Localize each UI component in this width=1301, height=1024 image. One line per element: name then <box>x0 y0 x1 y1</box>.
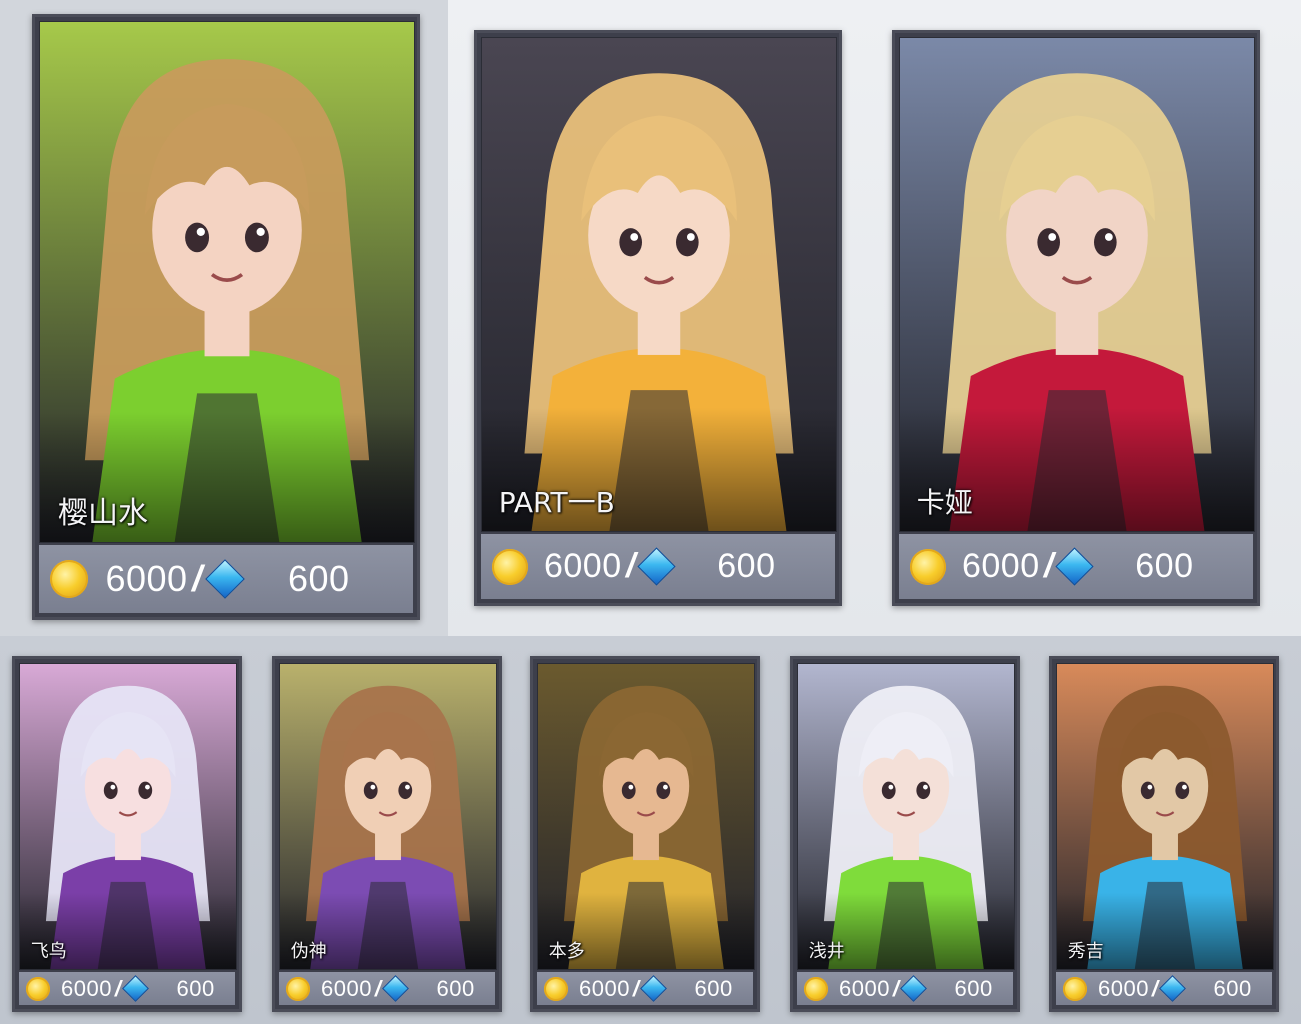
hero-artwork <box>280 664 496 969</box>
hero-artwork <box>40 22 414 542</box>
hero-name: 樱山水 <box>58 496 148 531</box>
hero-portrait: 本多 <box>537 663 755 970</box>
hero-name: 浅井 <box>808 940 845 962</box>
hero-artwork <box>20 664 236 969</box>
price-bar: 6000/ 600 <box>39 545 413 613</box>
gold-coin-icon <box>544 976 569 1001</box>
gem-price: 600 <box>176 975 215 1001</box>
hero-portrait: 飞鸟 <box>19 663 237 970</box>
hero-card[interactable]: 本多 6000/ 600 <box>530 656 760 1012</box>
eye-left <box>363 781 378 800</box>
price-bar: 6000/ 600 <box>1056 972 1272 1005</box>
hero-name: 飞鸟 <box>30 940 67 962</box>
eye-right <box>1093 228 1117 257</box>
gold-price: 6000 <box>60 975 112 1001</box>
eye-right <box>916 781 931 800</box>
gem-price: 600 <box>717 547 776 585</box>
hero-name: 卡娅 <box>916 485 973 519</box>
price-bar: 6000/ 600 <box>19 972 235 1005</box>
price-separator: / <box>632 975 639 1001</box>
price-separator: / <box>1151 975 1158 1001</box>
gold-coin-icon <box>26 976 51 1001</box>
gold-price: 6000 <box>961 547 1040 585</box>
gold-coin-icon <box>1063 976 1088 1001</box>
price-separator: / <box>892 975 899 1001</box>
blue-diamond-icon <box>900 975 928 1002</box>
hero-card[interactable]: 秀吉 6000/ 600 <box>1049 656 1279 1012</box>
hero-portrait: 浅井 <box>797 663 1015 970</box>
price-bar: 6000/ 600 <box>537 972 753 1005</box>
eye-left <box>621 781 636 800</box>
hero-portrait: 樱山水 <box>39 21 415 543</box>
eye-left <box>881 781 896 800</box>
gold-coin-icon <box>491 548 528 585</box>
gold-price: 6000 <box>578 975 630 1001</box>
gem-price: 600 <box>1213 975 1252 1001</box>
gold-coin-icon <box>909 548 946 585</box>
eye-right <box>1175 781 1190 800</box>
hero-card[interactable]: 浅井 6000/ 600 <box>790 656 1020 1012</box>
eye-right <box>138 781 153 800</box>
gem-price: 600 <box>954 975 993 1001</box>
hero-name: PART一B <box>498 485 615 519</box>
blue-diamond-icon <box>640 975 668 1002</box>
gem-price: 600 <box>436 975 475 1001</box>
gold-coin-icon <box>50 560 89 598</box>
hero-card[interactable]: 樱山水 6000/ 600 <box>32 14 420 620</box>
blue-diamond-icon <box>1159 975 1187 1002</box>
hero-card[interactable]: 飞鸟 6000/ 600 <box>12 656 242 1012</box>
eye-left <box>1037 228 1061 257</box>
eye-right <box>675 228 699 257</box>
eye-left <box>103 781 118 800</box>
gold-price: 6000 <box>1097 975 1149 1001</box>
hero-artwork <box>482 38 836 531</box>
blue-diamond-icon <box>1055 547 1095 586</box>
eye-left <box>619 228 643 257</box>
hero-portrait: PART一B <box>481 37 837 532</box>
eye-right <box>398 781 413 800</box>
hero-artwork <box>798 664 1014 969</box>
gold-coin-icon <box>286 976 311 1001</box>
hero-card[interactable]: 卡娅 6000/ 600 <box>892 30 1260 606</box>
hero-portrait: 秀吉 <box>1056 663 1274 970</box>
price-separator: / <box>1043 547 1054 585</box>
hero-name: 秀吉 <box>1067 940 1104 962</box>
hero-artwork <box>1057 664 1273 969</box>
hero-portrait: 卡娅 <box>899 37 1255 532</box>
price-separator: / <box>625 547 636 585</box>
blue-diamond-icon <box>204 559 245 599</box>
hero-name: 伪神 <box>290 940 327 962</box>
price-bar: 6000/ 600 <box>481 534 835 599</box>
eye-left <box>185 222 210 253</box>
gem-price: 600 <box>694 975 733 1001</box>
blue-diamond-icon <box>637 547 677 586</box>
price-bar: 6000/ 600 <box>797 972 1013 1005</box>
price-bar: 6000/ 600 <box>899 534 1253 599</box>
blue-diamond-icon <box>382 975 410 1002</box>
hero-artwork <box>538 664 754 969</box>
blue-diamond-icon <box>122 975 150 1002</box>
gold-price: 6000 <box>320 975 372 1001</box>
gold-coin-icon <box>804 976 829 1001</box>
hero-card[interactable]: PART一B 6000/ 600 <box>474 30 842 606</box>
hero-card[interactable]: 伪神 6000/ 600 <box>272 656 502 1012</box>
price-separator: / <box>374 975 381 1001</box>
price-separator: / <box>114 975 121 1001</box>
eye-left <box>1140 781 1155 800</box>
gem-price: 600 <box>1135 547 1194 585</box>
gold-price: 6000 <box>105 558 188 599</box>
eye-right <box>656 781 671 800</box>
hero-name: 本多 <box>548 940 585 962</box>
gold-price: 6000 <box>543 547 622 585</box>
price-separator: / <box>192 558 203 599</box>
hero-artwork <box>900 38 1254 531</box>
gem-price: 600 <box>287 558 350 599</box>
hero-portrait: 伪神 <box>279 663 497 970</box>
price-bar: 6000/ 600 <box>279 972 495 1005</box>
eye-right <box>244 222 269 253</box>
gold-price: 6000 <box>838 975 890 1001</box>
